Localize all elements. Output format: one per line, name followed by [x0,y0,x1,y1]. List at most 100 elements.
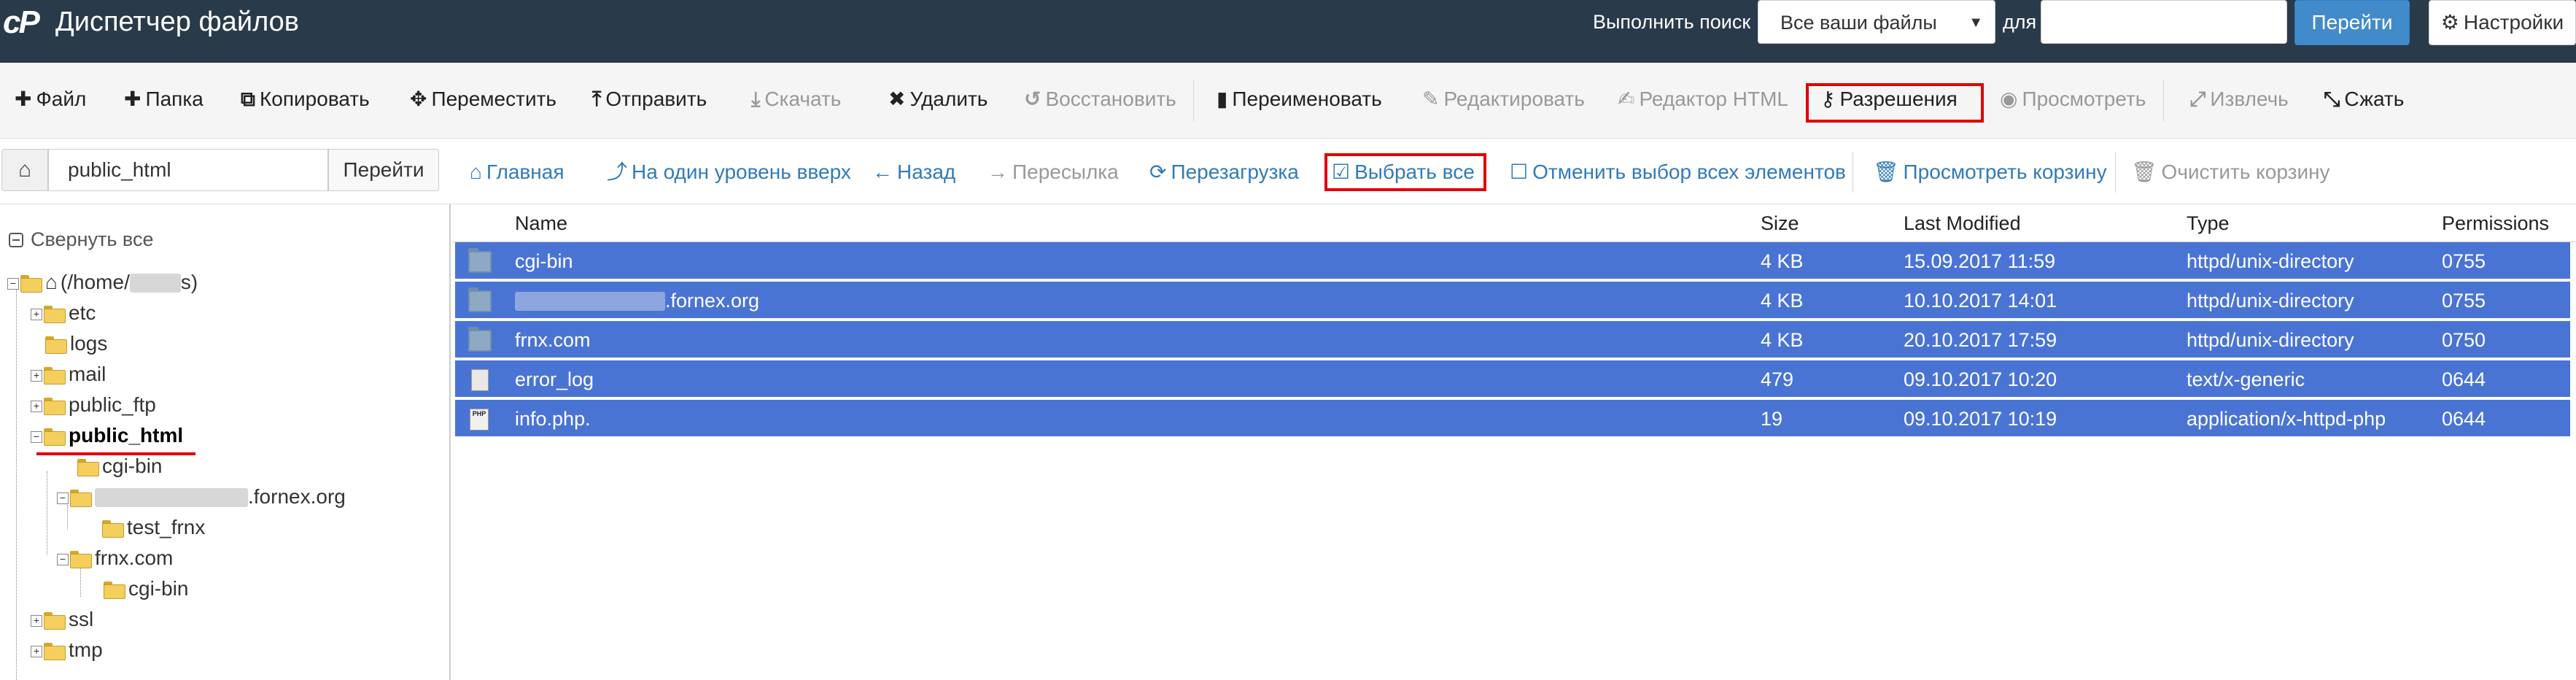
nav-home-label: Главная [486,161,565,183]
collapse-toggle-icon[interactable]: − [7,278,19,290]
redacted-domain [515,292,665,311]
copy-label: Копировать [260,88,370,110]
column-header-type[interactable]: Type [2187,204,2230,242]
view-trash-link[interactable]: 🗑 Просмотреть корзину [1873,156,2107,188]
folder-icon [102,520,124,538]
expand-toggle-icon[interactable]: + [31,646,42,657]
column-header-permissions[interactable]: Permissions [2442,204,2549,242]
tree-node-frnx-com[interactable]: − frnx.com [57,543,173,573]
extract-button[interactable]: ⤢ Извлечь [2189,83,2289,115]
file-permissions: 0750 [2442,329,2486,351]
restore-button[interactable]: ↺ Восстановить [1024,83,1176,115]
toolbar-divider [1193,80,1194,121]
collapse-all-link[interactable]: Свернуть все [9,225,153,254]
public-html-underline [36,452,195,455]
folder-icon [468,327,492,352]
table-row[interactable]: PHP info.php. 19 09.10.2017 10:19 applic… [455,400,2570,438]
search-go-button[interactable]: Перейти [2294,0,2410,45]
nav-up-level-link[interactable]: ⤴ На один уровень вверх [607,156,851,188]
table-row[interactable]: cgi-bin 4 KB 15.09.2017 11:59 httpd/unix… [455,242,2570,280]
table-row[interactable]: frnx.com 4 KB 20.10.2017 17:59 httpd/uni… [455,321,2570,359]
expand-toggle-icon[interactable]: + [31,309,42,320]
tree-node-logs[interactable]: logs [45,328,107,359]
move-button[interactable]: ✥ Переместить [410,83,556,115]
tree-node-mail[interactable]: + mail [31,359,106,390]
tree-node-public-html[interactable]: − public_html [31,420,183,451]
path-input[interactable] [48,149,328,191]
html-editor-button[interactable]: ✍ Редактор HTML [1618,83,1788,115]
view-trash-label: Просмотреть корзину [1903,161,2107,183]
arrow-left-icon: ← [872,161,893,183]
cpanel-logo[interactable]: cP [0,1,48,44]
expand-icon: ⤢ [2189,88,2206,110]
collapse-toggle-icon[interactable]: − [31,431,42,443]
checkbox-empty-icon: ☐ [1510,161,1529,183]
rename-button[interactable]: ▮ Переименовать [1217,83,1382,115]
edit-label: Редактировать [1443,88,1585,110]
column-header-size[interactable]: Size [1761,204,1799,242]
folder-icon [44,643,66,660]
edit-button[interactable]: ✎ Редактировать [1422,83,1585,115]
file-name: error_log [515,368,594,390]
tree-node-frnx-cgi-bin[interactable]: cgi-bin [104,573,188,604]
download-label: Скачать [764,88,842,110]
expand-toggle-icon[interactable]: + [31,401,42,412]
compress-icon: ⤡ [2324,88,2340,110]
pencil-icon: ✎ [1422,88,1440,110]
home-button[interactable]: ⌂ [1,149,48,191]
file-type: httpd/unix-directory [2187,329,2354,351]
compress-button[interactable]: ⤡ Сжать [2324,83,2404,115]
table-row[interactable]: error_log 479 09.10.2017 10:20 text/x-ge… [455,360,2570,398]
copy-button[interactable]: ⧉ Копировать [241,83,370,115]
deselect-all-link[interactable]: ☐ Отменить выбор всех элементов [1510,156,1846,188]
tree-node-test-frnx[interactable]: test_frnx [102,512,205,543]
folder-icon [44,398,66,415]
tree-node-fornex-org[interactable]: − .fornex.org [57,482,346,512]
expand-toggle-icon[interactable]: + [31,370,42,382]
empty-trash-link[interactable]: 🗑 Очистить корзину [2131,156,2330,188]
table-row[interactable]: .fornex.org 4 KB 10.10.2017 14:01 httpd/… [455,282,2570,320]
file-name: frnx.com [515,329,591,351]
nav-reload-link[interactable]: ⟳ Перезагрузка [1149,156,1299,188]
html-editor-label: Редактор HTML [1639,88,1788,110]
path-go-button[interactable]: Перейти [328,149,439,191]
level-up-icon: ⤴ [607,161,628,183]
tree-node-cgi-bin[interactable]: cgi-bin [77,451,162,482]
tree-node-tmp[interactable]: + tmp [31,635,103,665]
collapse-toggle-icon[interactable]: − [57,554,69,565]
search-scope-select[interactable]: Все ваши файлы ▼ [1758,0,1995,44]
folder-icon [44,367,66,385]
delete-button[interactable]: ✖ Удалить [888,83,988,115]
folder-icon [45,336,67,354]
upload-button[interactable]: ⤒ Отправить [592,83,707,115]
nav-forward-link[interactable]: → Пересылка [988,156,1119,188]
nav-up-level-label: На один уровень вверх [632,161,851,183]
view-button[interactable]: ◉ Просмотреть [2000,83,2146,115]
redacted-username [129,274,181,293]
tree-node-label: tmp [69,638,103,661]
select-all-highlight-box [1324,153,1486,191]
tree-node-ssl[interactable]: + ssl [31,604,93,635]
tree-node-home[interactable]: − ⌂ (/home/s) [7,267,198,298]
column-header-name[interactable]: Name [515,204,567,242]
collapse-icon [9,233,23,247]
move-icon: ✥ [410,88,427,110]
search-input[interactable] [2041,0,2287,44]
nav-back-link[interactable]: ← Назад [872,156,955,188]
arrow-right-icon: → [988,161,1008,183]
folder-icon [44,306,66,323]
settings-button[interactable]: ⚙ Настройки [2429,0,2576,45]
nav-home-link[interactable]: ⌂ Главная [470,156,565,188]
file-modified: 20.10.2017 17:59 [1904,329,2057,351]
column-header-modified[interactable]: Last Modified [1904,204,2021,242]
collapse-toggle-icon[interactable]: − [57,492,69,504]
tree-node-label: mail [69,363,106,385]
download-button[interactable]: ⤓ Скачать [751,83,841,115]
new-file-button[interactable]: ✚ Файл [15,83,86,115]
new-folder-button[interactable]: ✚ Папка [124,83,203,115]
folder-open-icon [70,551,92,568]
tree-node-etc[interactable]: + etc [31,298,96,328]
tree-node-public-ftp[interactable]: + public_ftp [31,390,156,420]
expand-toggle-icon[interactable]: + [31,615,42,627]
navigation-row: ⌂ Перейти ⌂Главная ⤴На один уровень ввер… [0,139,2576,204]
